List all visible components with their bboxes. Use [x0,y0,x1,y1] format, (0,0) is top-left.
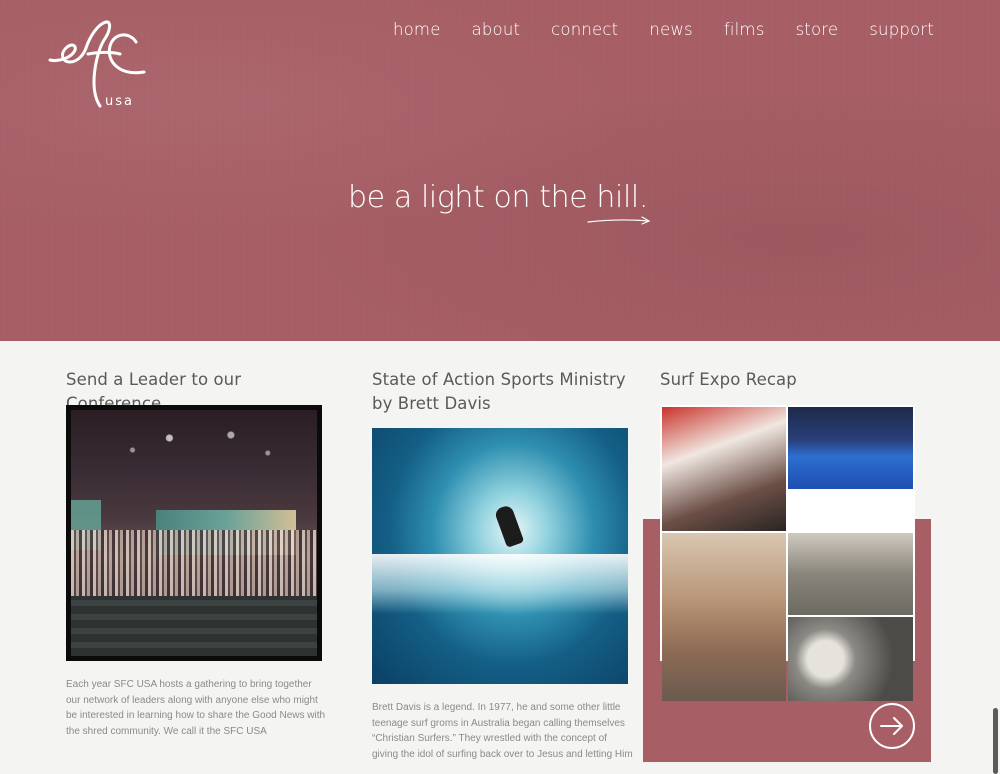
article-surf-expo-header: Surf Expo Recap [660,368,930,392]
article-brett-davis-header: State of Action Sports Ministry by Brett… [372,368,634,416]
article-brett-davis-title[interactable]: State of Action Sports Ministry by Brett… [372,368,634,416]
arrow-right-icon [880,717,903,735]
wave-foam [372,554,628,614]
seats [71,596,317,656]
article-brett-davis-body: Brett Davis is a legend. In 1977, he and… [372,702,633,760]
expo-photo-surfboard[interactable] [788,533,913,615]
article-surf-expo-title[interactable]: Surf Expo Recap [660,368,930,392]
hand-drawn-arrow-icon [587,216,651,225]
conference-photo-image [71,410,317,656]
main-nav: home about connect news films store supp… [393,20,934,39]
page-scrollbar[interactable] [993,708,998,774]
crowd [71,530,317,600]
stage-lights [71,420,317,480]
conference-photo[interactable] [66,405,322,661]
surf-expo-photo-grid [660,405,915,701]
hero-banner: usa home about connect news films store … [0,0,1000,341]
article-conference-body-wrap: Each year SFC USA hosts a gathering to b… [66,677,328,739]
nav-connect[interactable]: connect [551,20,618,39]
expo-photo-booth[interactable] [662,407,786,531]
article-conference-body: Each year SFC USA hosts a gathering to b… [66,679,326,737]
nav-films[interactable]: films [724,20,765,39]
expo-photo-selfie[interactable] [662,533,786,701]
logo-subtext: usa [105,94,134,109]
hero-tagline: be a light on the hill. [348,180,648,215]
surfer-figure [493,504,525,548]
surfer-wave-photo[interactable] [372,428,628,684]
nav-home[interactable]: home [393,20,441,39]
nav-news[interactable]: news [649,20,693,39]
expo-photo-closeup[interactable] [788,617,913,701]
hero-texture [0,0,1000,341]
nav-support[interactable]: support [869,20,934,39]
article-brett-davis-body-wrap: Brett Davis is a legend. In 1977, he and… [372,700,634,762]
nav-store[interactable]: store [796,20,839,39]
nav-about[interactable]: about [472,20,521,39]
next-arrow-button[interactable] [869,703,915,749]
expo-photo-paddleboards[interactable] [788,407,913,489]
